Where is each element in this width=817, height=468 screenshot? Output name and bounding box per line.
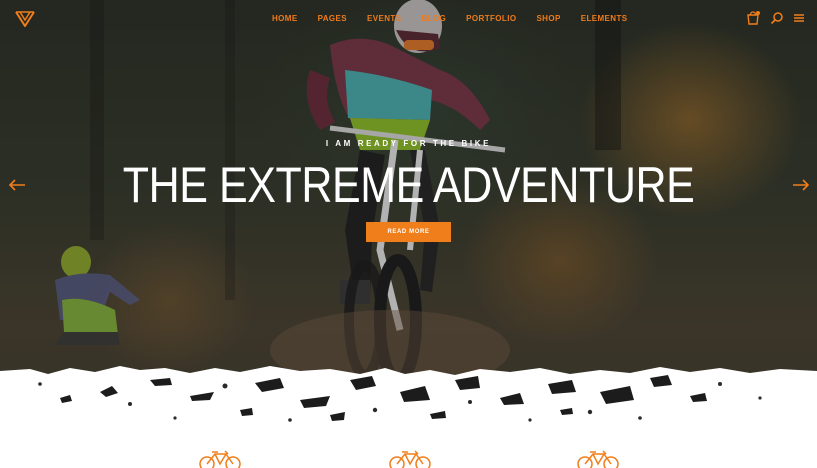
bicycle-icon [389,450,431,468]
hero-kicker: I AM READY FOR THE BIKE [325,139,492,148]
cart-icon[interactable] [746,10,760,26]
nav-item-pages[interactable]: PAGES [308,13,357,25]
search-icon[interactable] [770,10,784,26]
nav-item-elements[interactable]: ELEMENTS [571,13,638,25]
arrow-right-icon[interactable] [792,178,810,192]
arrow-left-icon[interactable] [8,178,26,192]
nav-item-blog[interactable]: BLOG [411,13,456,25]
hero-headline: THE EXTREME ADVENTURE [122,157,695,213]
nav-item-events[interactable]: EVENTS [357,13,411,25]
brand-logo-icon[interactable] [15,9,35,27]
main-nav: HOME PAGES EVENTS BLOG PORTFOLIO SHOP EL… [262,13,637,25]
menu-icon[interactable] [792,10,806,26]
nav-item-home[interactable]: HOME [262,13,308,25]
nav-item-shop[interactable]: SHOP [526,13,570,25]
nav-item-portfolio[interactable]: PORTFOLIO [456,13,526,25]
bicycle-icon [577,450,619,468]
read-more-button[interactable]: READ MORE [366,222,451,242]
bicycle-icon [199,450,241,468]
site-header: HOME PAGES EVENTS BLOG PORTFOLIO SHOP EL… [0,0,817,38]
page: HOME PAGES EVENTS BLOG PORTFOLIO SHOP EL… [0,0,817,468]
